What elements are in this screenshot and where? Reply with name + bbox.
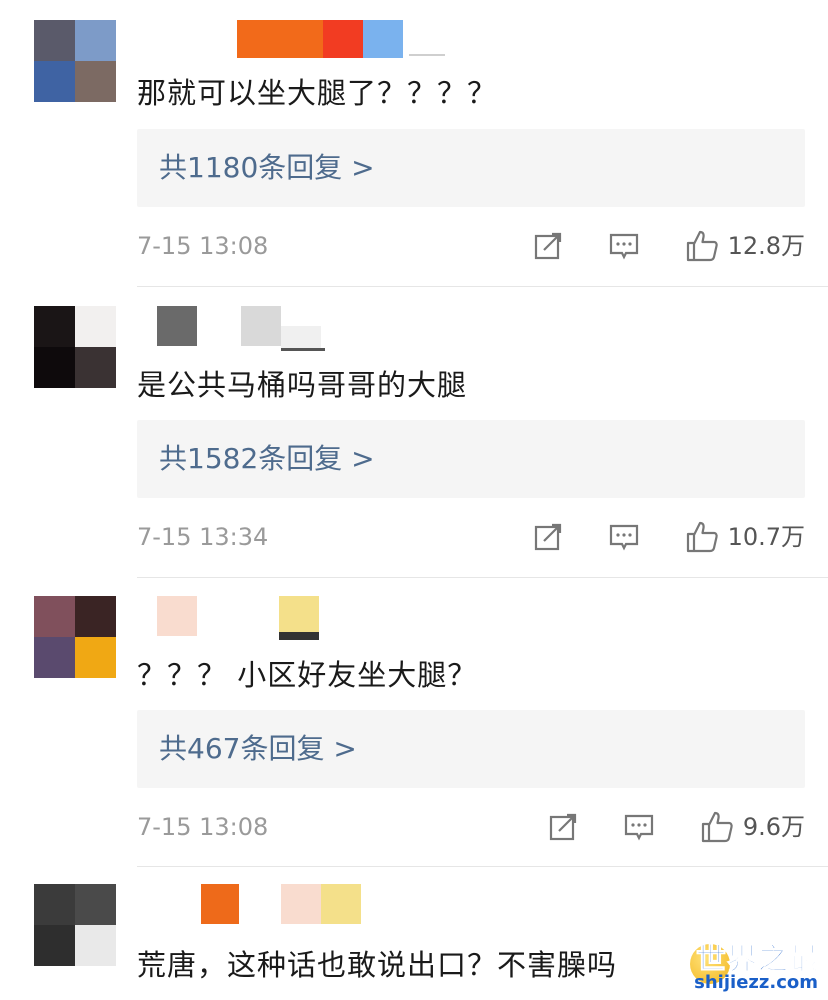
comment-text: 荒唐，这种话也敢说出口？不害臊吗 [137, 948, 618, 982]
share-icon [549, 813, 576, 841]
like-icon [686, 521, 718, 553]
avatar[interactable] [34, 306, 116, 388]
reply-button[interactable] [608, 230, 640, 262]
comment-meta: 7-15 13:34 10.7万 [137, 517, 805, 557]
divider [137, 286, 828, 287]
comment-icon [609, 524, 638, 551]
comment-text: 那就可以坐大腿了？？？？ [137, 76, 498, 110]
like-button[interactable]: 12.8万 [684, 226, 805, 266]
reply-button[interactable] [608, 521, 640, 553]
view-replies-link[interactable]: 共467条回复 > [137, 710, 805, 788]
divider [137, 866, 828, 867]
share-button[interactable] [547, 811, 579, 843]
like-button[interactable]: 9.6万 [699, 807, 805, 847]
comment-actions: 9.6万 [547, 807, 805, 847]
share-button[interactable] [532, 230, 564, 262]
comment-timestamp: 7-15 13:08 [137, 813, 269, 841]
comment-icon [624, 814, 653, 841]
like-icon [686, 230, 718, 262]
reply-button[interactable] [623, 811, 655, 843]
username-blurred[interactable] [137, 18, 457, 62]
like-icon [701, 811, 733, 843]
comment-icon [609, 233, 638, 260]
view-replies-link[interactable]: 共1180条回复 > [137, 129, 805, 207]
comment-text: ？？？ 小区好友坐大腿？ [137, 658, 478, 692]
watermark-url: shijiezz.com [694, 972, 818, 993]
like-button[interactable]: 10.7万 [684, 517, 805, 557]
like-count: 12.8万 [727, 232, 805, 260]
avatar[interactable] [34, 20, 116, 102]
comment-meta: 7-15 13:08 9.6万 [137, 807, 805, 847]
comment-actions: 12.8万 [532, 226, 805, 266]
avatar[interactable] [34, 884, 116, 966]
username-blurred[interactable] [137, 884, 457, 928]
view-replies-link[interactable]: 共1582条回复 > [137, 420, 805, 498]
username-blurred[interactable] [137, 596, 457, 640]
share-icon [534, 232, 561, 260]
like-count: 10.7万 [727, 523, 805, 551]
comment-timestamp: 7-15 13:08 [137, 232, 269, 260]
like-count: 9.6万 [742, 813, 805, 841]
comment-timestamp: 7-15 13:34 [137, 523, 269, 551]
username-blurred[interactable] [137, 306, 457, 351]
comment-meta: 7-15 13:08 12.8万 [137, 226, 805, 266]
comment-actions: 10.7万 [532, 517, 805, 557]
comment-text: 是公共马桶吗哥哥的大腿 [137, 368, 468, 402]
share-icon [534, 523, 561, 551]
share-button[interactable] [532, 521, 564, 553]
divider [137, 577, 828, 578]
avatar[interactable] [34, 596, 116, 678]
watermark: 世界之最 shijiezz.com [690, 934, 820, 996]
